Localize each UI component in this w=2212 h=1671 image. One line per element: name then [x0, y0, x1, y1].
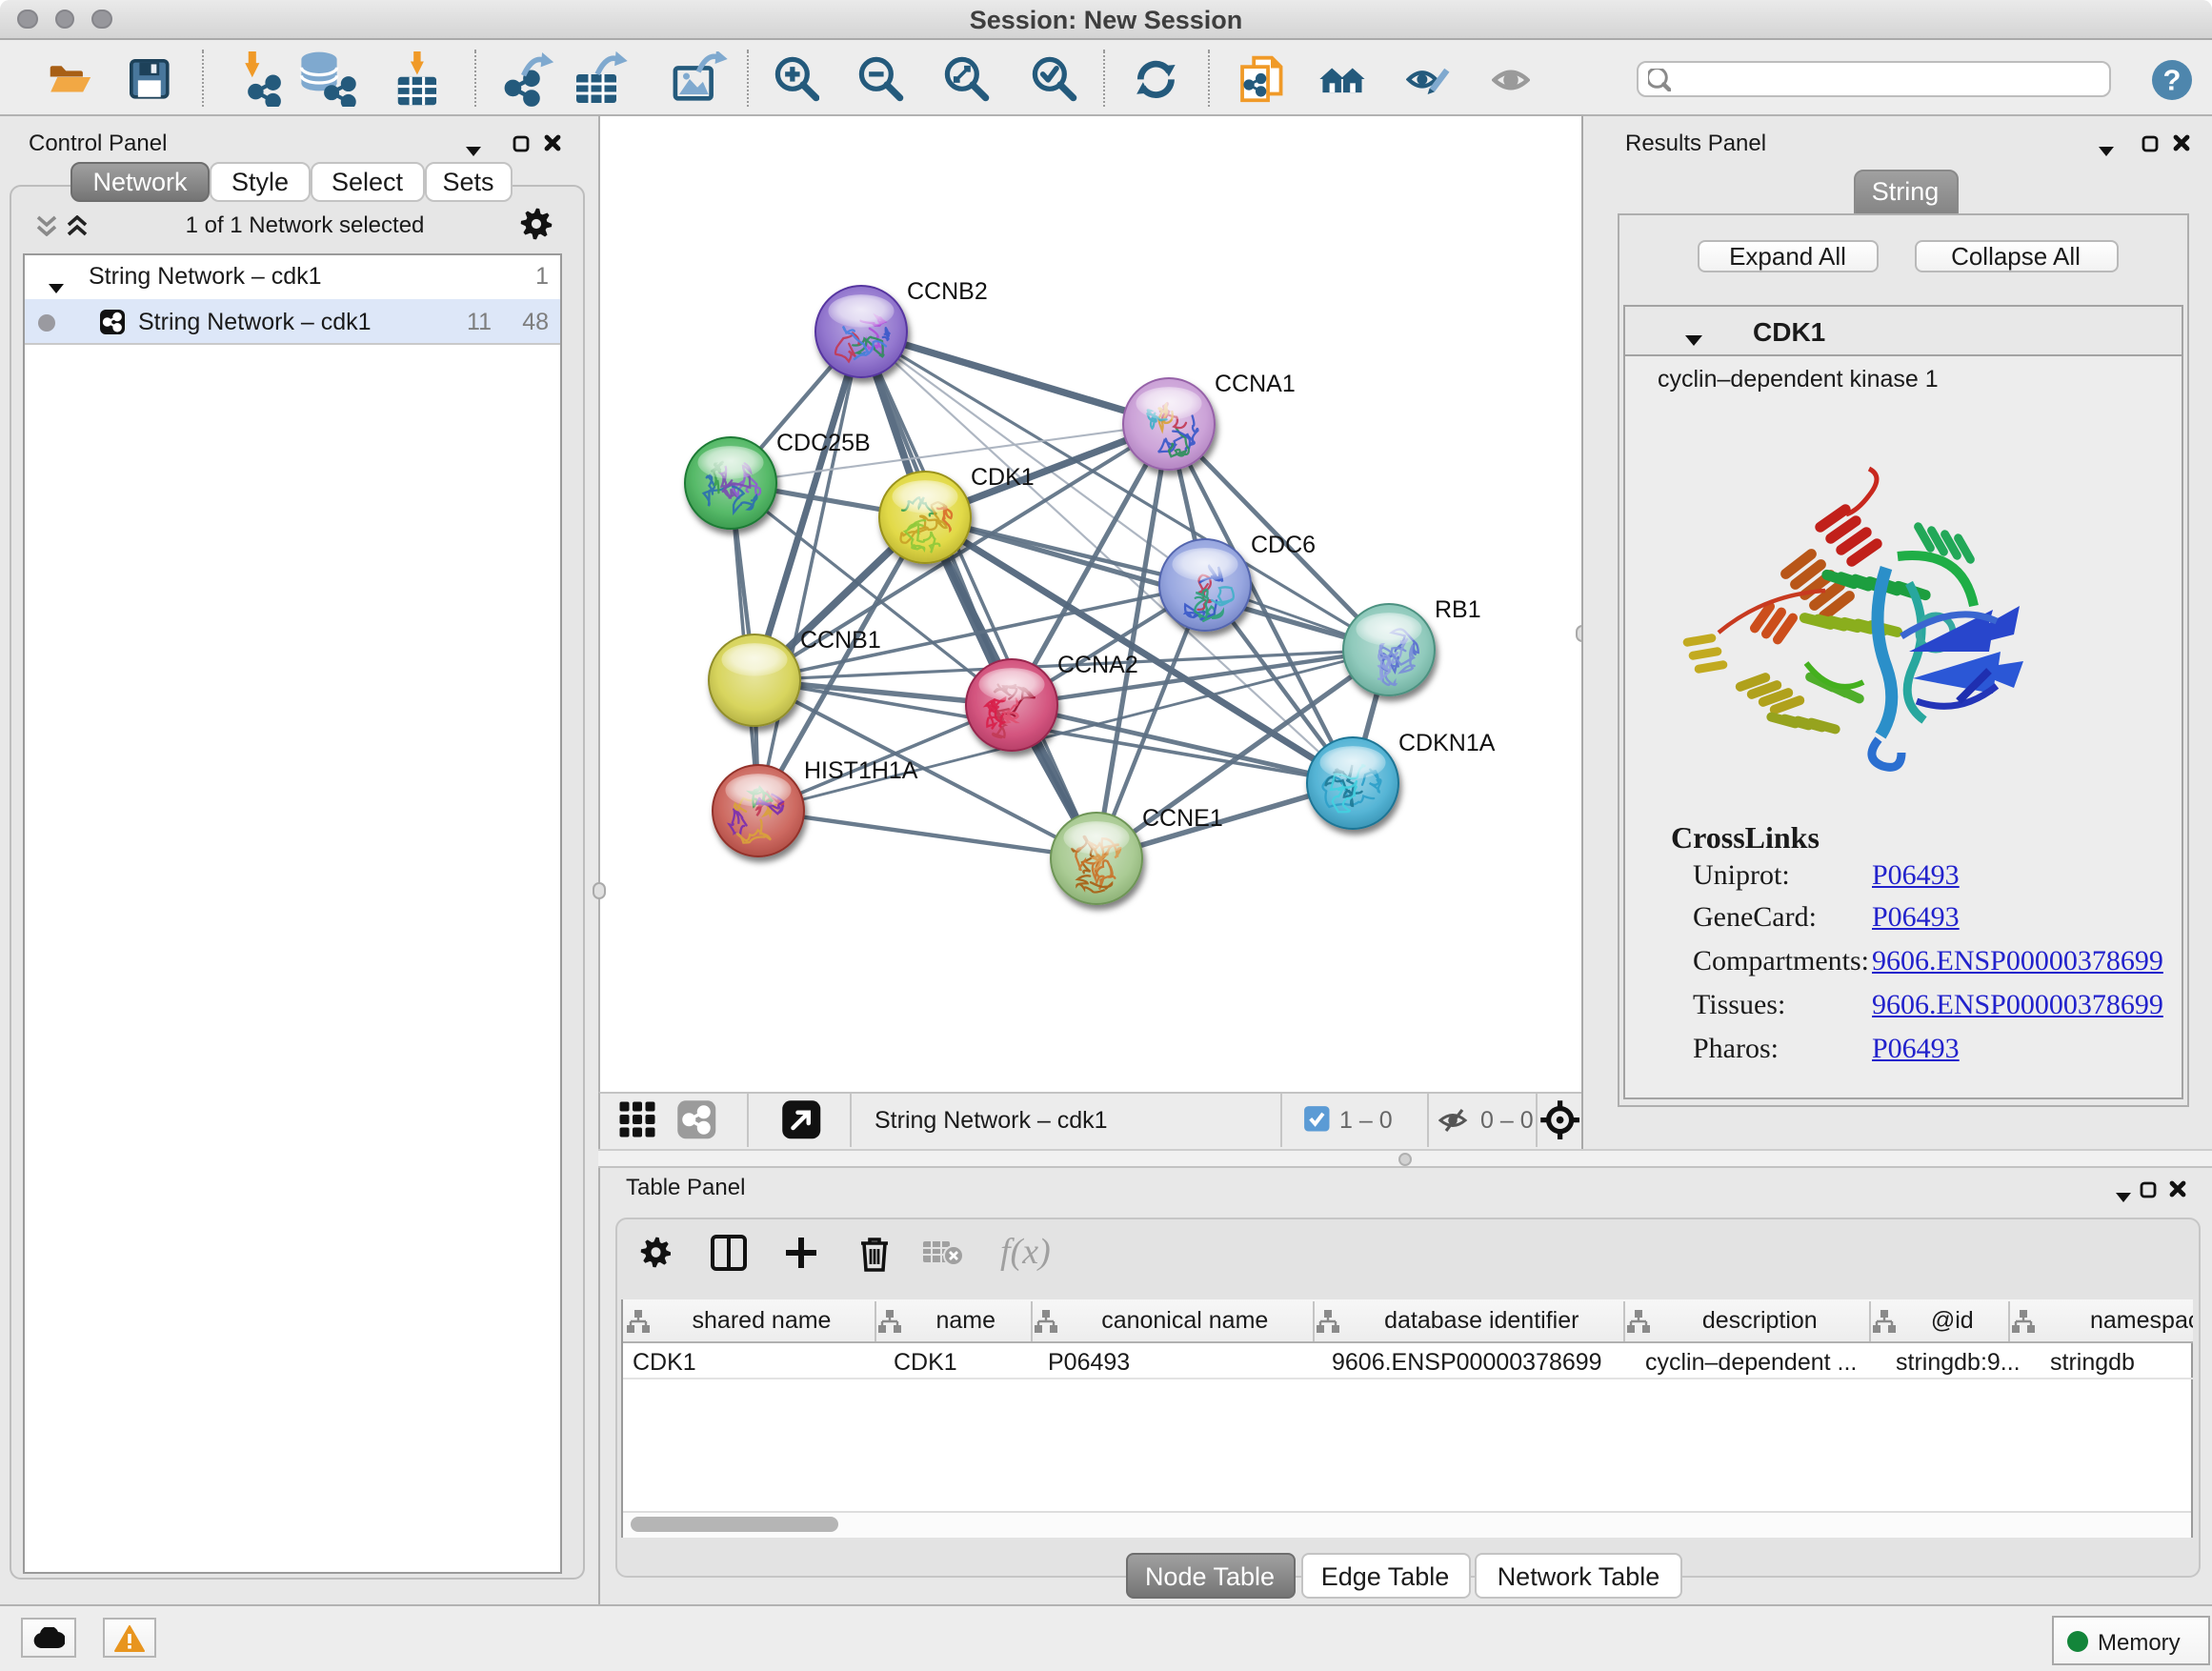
svg-text:CDKN1A: CDKN1A: [1398, 730, 1496, 756]
svg-text:RB1: RB1: [1435, 596, 1481, 623]
svg-text:CCNA1: CCNA1: [1215, 371, 1296, 397]
svg-text:CDK1: CDK1: [971, 464, 1035, 491]
svg-text:CDC6: CDC6: [1251, 532, 1316, 558]
svg-text:CCNB2: CCNB2: [907, 278, 988, 305]
svg-text:CDC25B: CDC25B: [776, 430, 871, 456]
svg-text:CCNB1: CCNB1: [800, 627, 881, 654]
svg-text:CCNE1: CCNE1: [1142, 805, 1223, 832]
svg-text:?: ?: [2162, 62, 2181, 95]
svg-text:HIST1H1A: HIST1H1A: [804, 757, 918, 784]
svg-text:CCNA2: CCNA2: [1057, 652, 1138, 678]
